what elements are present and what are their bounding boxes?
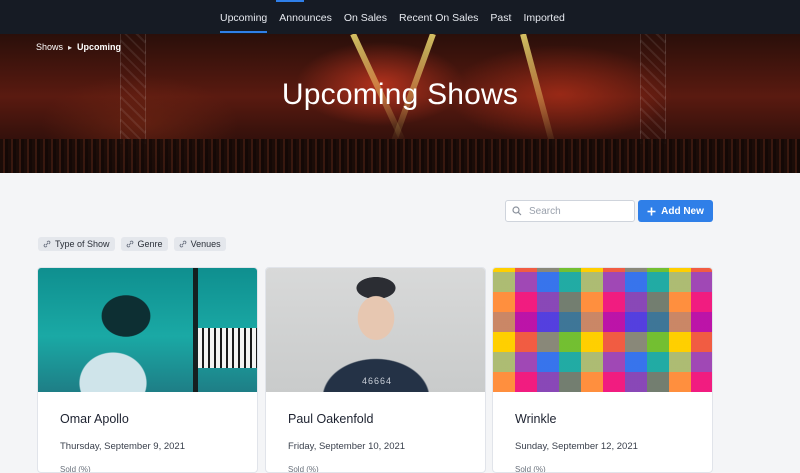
breadcrumb-shows[interactable]: Shows bbox=[36, 42, 63, 52]
show-name[interactable]: Wrinkle bbox=[515, 412, 556, 426]
search-icon bbox=[512, 206, 522, 216]
page-title: Upcoming Shows bbox=[281, 78, 519, 111]
sold-label: Sold (%) bbox=[515, 465, 546, 473]
filter-label: Genre bbox=[137, 239, 163, 249]
breadcrumb: Shows ▸ Upcoming bbox=[36, 42, 121, 52]
show-date: Friday, September 10, 2021 bbox=[288, 441, 406, 452]
breadcrumb-separator-icon: ▸ bbox=[68, 42, 73, 52]
breadcrumb-upcoming: Upcoming bbox=[77, 42, 122, 52]
tab-recent-on-sales[interactable]: Recent On Sales bbox=[393, 0, 484, 34]
search-input[interactable] bbox=[529, 205, 629, 217]
show-name[interactable]: Paul Oakenfold bbox=[288, 412, 373, 426]
crowd-silhouette bbox=[0, 139, 800, 173]
shirt-text: 46664 bbox=[362, 376, 393, 386]
add-new-label: Add New bbox=[661, 205, 704, 217]
link-icon bbox=[179, 240, 186, 248]
filter-genre[interactable]: Genre bbox=[120, 237, 168, 251]
nav-tabs: Upcoming Announces On Sales Recent On Sa… bbox=[214, 0, 571, 34]
tab-imported[interactable]: Imported bbox=[517, 0, 570, 34]
show-date: Thursday, September 9, 2021 bbox=[60, 441, 185, 452]
filter-chips: Type of Show Genre Venues bbox=[38, 237, 226, 251]
show-photo bbox=[493, 268, 712, 392]
show-photo: 46664 bbox=[266, 268, 485, 392]
tab-on-sales[interactable]: On Sales bbox=[338, 0, 393, 34]
tab-upcoming[interactable]: Upcoming bbox=[214, 0, 273, 34]
tab-announces[interactable]: Announces bbox=[273, 0, 338, 34]
link-icon bbox=[43, 240, 51, 248]
filter-venues[interactable]: Venues bbox=[173, 237, 226, 251]
filter-label: Venues bbox=[190, 239, 221, 249]
show-card-wrinkle[interactable]: Wrinkle Sunday, September 12, 2021 Sold … bbox=[492, 267, 713, 473]
show-card-omar-apollo[interactable]: Omar Apollo Thursday, September 9, 2021 … bbox=[37, 267, 258, 473]
show-date: Sunday, September 12, 2021 bbox=[515, 441, 638, 452]
filter-label: Type of Show bbox=[55, 239, 110, 249]
search-box[interactable] bbox=[505, 200, 635, 222]
filter-type-of-show[interactable]: Type of Show bbox=[38, 237, 115, 251]
sold-label: Sold (%) bbox=[288, 465, 319, 473]
show-photo bbox=[38, 268, 257, 392]
plus-icon bbox=[647, 207, 656, 215]
show-name[interactable]: Omar Apollo bbox=[60, 412, 129, 426]
link-icon bbox=[126, 240, 133, 248]
add-new-button[interactable]: Add New bbox=[638, 200, 713, 222]
tab-past[interactable]: Past bbox=[484, 0, 517, 34]
top-nav: Upcoming Announces On Sales Recent On Sa… bbox=[0, 0, 800, 34]
show-card-paul-oakenfold[interactable]: 46664 Paul Oakenfold Friday, September 1… bbox=[265, 267, 486, 473]
hero-banner: Shows ▸ Upcoming Upcoming Shows bbox=[0, 34, 800, 173]
sold-label: Sold (%) bbox=[60, 465, 91, 473]
